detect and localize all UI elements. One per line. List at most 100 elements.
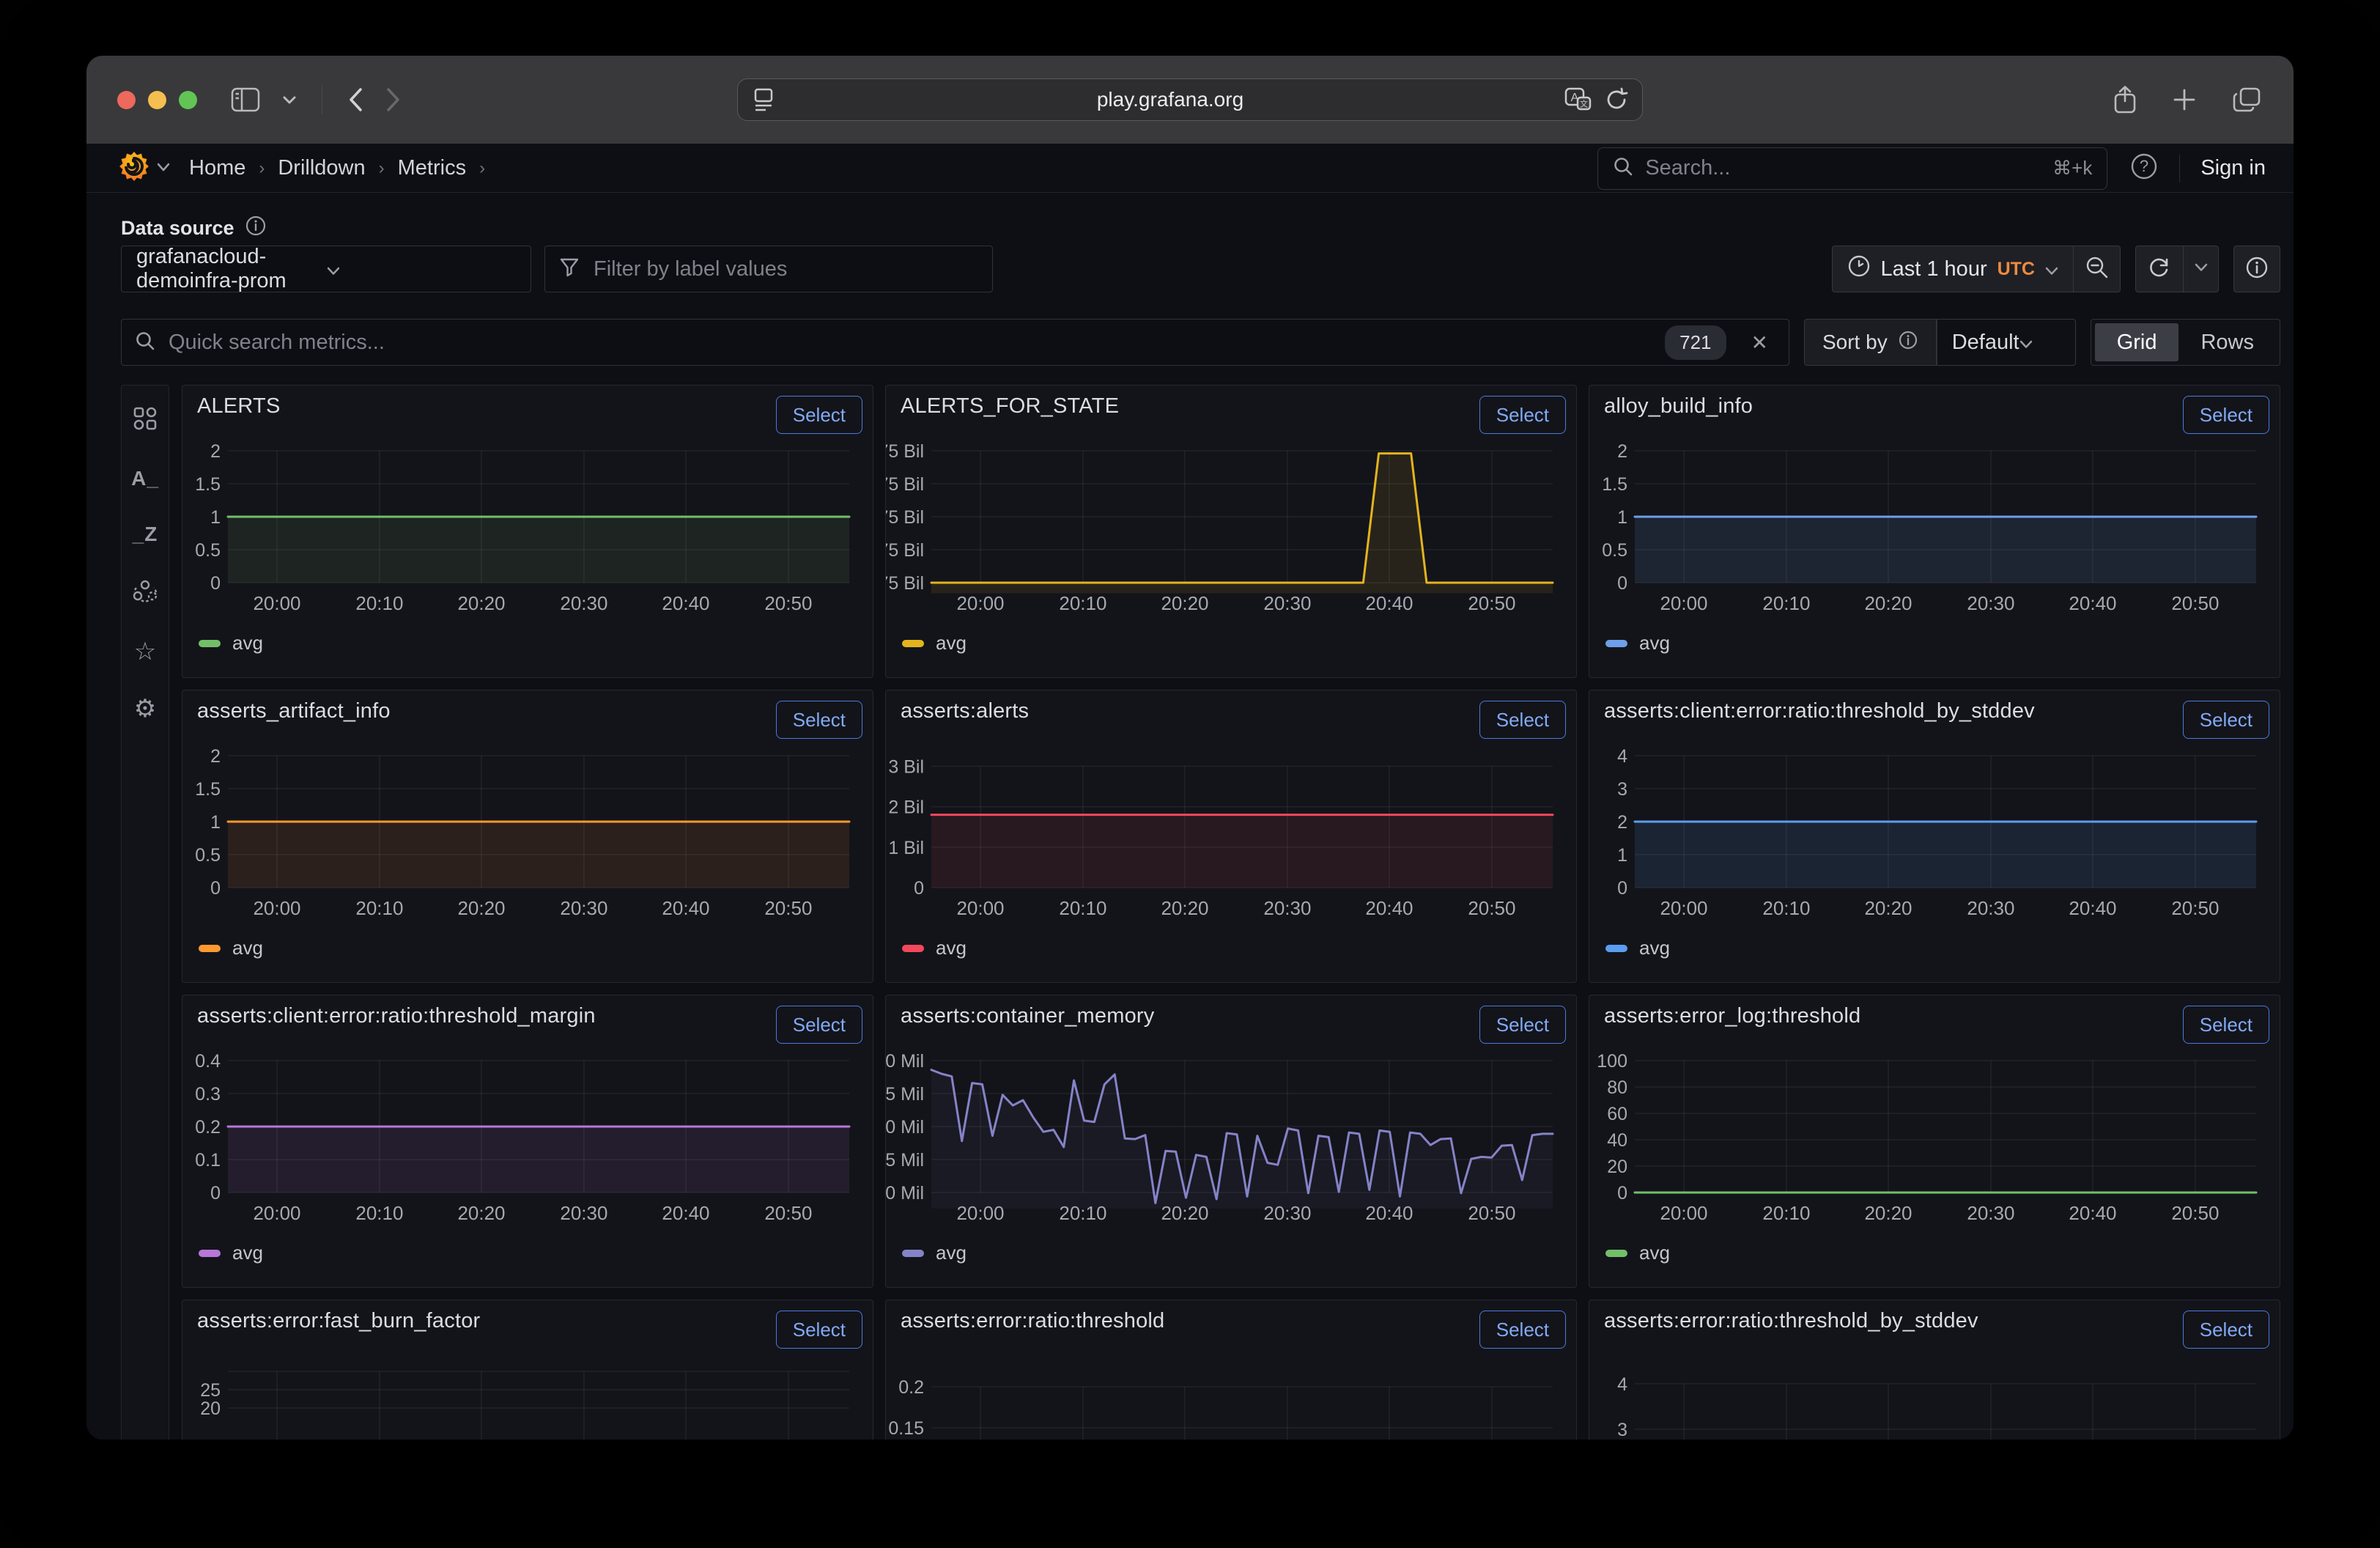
quick-search-input[interactable] (167, 330, 1653, 355)
legend-series-label[interactable]: avg (936, 937, 967, 959)
legend-series-label[interactable]: avg (1639, 1242, 1670, 1264)
svg-text:20:30: 20:30 (560, 897, 607, 919)
breadcrumb-separator: › (259, 158, 265, 179)
panel-select-button[interactable]: Select (2183, 1311, 2269, 1349)
panel-select-button[interactable]: Select (776, 1006, 862, 1044)
label-filter-input[interactable] (592, 257, 979, 282)
address-bar[interactable]: play.grafana.org A文 (737, 78, 1643, 121)
new-tab-icon[interactable] (2172, 87, 2197, 112)
minimize-window-button[interactable] (148, 91, 166, 109)
svg-text:0.5: 0.5 (195, 540, 221, 561)
panel-select-button[interactable]: Select (776, 1311, 862, 1349)
panel-select-button[interactable]: Select (776, 701, 862, 739)
global-search-input[interactable] (1644, 155, 2042, 181)
page-info-button[interactable] (2233, 246, 2280, 292)
svg-text:20:00: 20:00 (253, 1202, 300, 1224)
legend-series-label[interactable]: avg (936, 632, 967, 655)
svg-text:20:30: 20:30 (1263, 897, 1311, 919)
data-source-info-icon[interactable] (245, 215, 267, 242)
refresh-icon (2147, 255, 2172, 284)
breadcrumb-home[interactable]: Home (189, 156, 245, 180)
svg-text:0.2: 0.2 (195, 1117, 221, 1138)
groups-icon[interactable] (132, 578, 158, 607)
close-window-button[interactable] (117, 91, 136, 109)
reader-view-icon[interactable] (751, 86, 776, 113)
svg-text:0: 0 (1617, 878, 1627, 899)
translate-icon[interactable]: A文 (1564, 87, 1592, 112)
tab-overview-icon[interactable] (2232, 86, 2261, 113)
org-switcher-chevron-icon[interactable] (157, 162, 170, 175)
sidebar-chevron-down-icon[interactable] (282, 95, 297, 105)
panel-select-button[interactable]: Select (776, 396, 862, 434)
svg-text:2: 2 (210, 746, 221, 767)
grafana-logo[interactable] (119, 151, 149, 185)
chevron-down-icon (2045, 257, 2058, 281)
panel-select-button[interactable]: Select (2183, 701, 2269, 739)
reload-icon[interactable] (1604, 87, 1629, 112)
forward-button-icon[interactable] (385, 86, 402, 113)
legend-swatch-icon (199, 945, 221, 952)
zoom-out-time-button[interactable] (2074, 246, 2121, 292)
sign-in-link[interactable]: Sign in (2200, 156, 2266, 180)
panel-select-button[interactable]: Select (2183, 396, 2269, 434)
panel-select-button[interactable]: Select (1479, 701, 1566, 739)
panel-legend: avg (1605, 1242, 1670, 1264)
view-rows-option[interactable]: Rows (2178, 323, 2276, 361)
panel-chart: 20:0020:1020:2020:3020:4020:5021.510.50 (182, 742, 874, 984)
panel-legend: avg (199, 937, 263, 959)
svg-text:3: 3 (1617, 1420, 1627, 1440)
breadcrumb-drilldown[interactable]: Drilldown (278, 156, 365, 180)
svg-text:4: 4 (1617, 1374, 1627, 1395)
breadcrumb-metrics[interactable]: Metrics (398, 156, 466, 180)
global-search-box[interactable]: ⌘+k (1597, 147, 2107, 190)
panel-select-button[interactable]: Select (1479, 396, 1566, 434)
sidebar-toggle-icon[interactable] (231, 87, 260, 112)
data-source-picker[interactable]: grafanacloud-demoinfra-prom (121, 246, 531, 292)
refresh-interval-dropdown[interactable] (2184, 246, 2219, 292)
svg-text:20:00: 20:00 (253, 897, 300, 919)
overview-grid-icon[interactable] (133, 406, 158, 435)
legend-series-label[interactable]: avg (232, 937, 263, 959)
panel-select-button[interactable]: Select (1479, 1006, 1566, 1044)
panel-chart: 20:0020:1020:2020:3020:4020:5021.510.50 (1589, 437, 2281, 679)
label-filter-box[interactable] (544, 246, 993, 292)
legend-series-label[interactable]: avg (936, 1242, 967, 1264)
svg-text:20:20: 20:20 (1864, 592, 1912, 614)
svg-text:20:50: 20:50 (1468, 592, 1515, 614)
panel-select-button[interactable]: Select (1479, 1311, 1566, 1349)
zoom-window-button[interactable] (179, 91, 197, 109)
view-grid-option[interactable]: Grid (2095, 323, 2179, 361)
clear-search-icon[interactable]: ✕ (1751, 331, 1768, 355)
settings-gear-icon[interactable]: ⚙ (134, 696, 156, 721)
panel-title: asserts:error:ratio:threshold (901, 1309, 1164, 1333)
svg-text:1.75 Bil: 1.75 Bil (886, 540, 924, 561)
legend-series-label[interactable]: avg (232, 1242, 263, 1264)
panel-select-button[interactable]: Select (2183, 1006, 2269, 1044)
legend-series-label[interactable]: avg (1639, 937, 1670, 959)
svg-text:40: 40 (1607, 1130, 1627, 1151)
legend-series-label[interactable]: avg (232, 632, 263, 655)
metric-panel: alloy_build_infoSelect20:0020:1020:2020:… (1589, 385, 2280, 678)
svg-text:20:00: 20:00 (956, 592, 1004, 614)
legend-series-label[interactable]: avg (1639, 632, 1670, 655)
time-range-picker[interactable]: Last 1 hour UTC (1832, 246, 2074, 292)
metric-panel: asserts:error:fast_burn_factorSelect20:0… (182, 1300, 873, 1440)
favorites-star-icon[interactable]: ☆ (134, 639, 156, 664)
svg-text:20:40: 20:40 (662, 897, 709, 919)
help-icon[interactable]: ? (2129, 152, 2159, 185)
share-icon[interactable] (2113, 85, 2137, 114)
sort-select[interactable]: Default (1937, 319, 2076, 366)
svg-text:0: 0 (914, 878, 924, 899)
back-button-icon[interactable] (347, 86, 363, 113)
metric-panel: ALERTS_FOR_STATESelect20:0020:1020:2020:… (885, 385, 1577, 678)
svg-text:1.5: 1.5 (195, 474, 221, 495)
sort-za-icon[interactable]: _Z (133, 523, 158, 546)
svg-text:20:40: 20:40 (2069, 592, 2116, 614)
sort-az-icon[interactable]: A_ (131, 467, 159, 490)
quick-search-box[interactable]: 721 ✕ (121, 319, 1789, 366)
refresh-button[interactable] (2135, 246, 2184, 292)
timezone-label: UTC (1998, 259, 2035, 280)
info-icon (2244, 255, 2269, 284)
panel-legend: avg (199, 1242, 263, 1264)
sort-info-icon[interactable] (1898, 330, 1918, 355)
